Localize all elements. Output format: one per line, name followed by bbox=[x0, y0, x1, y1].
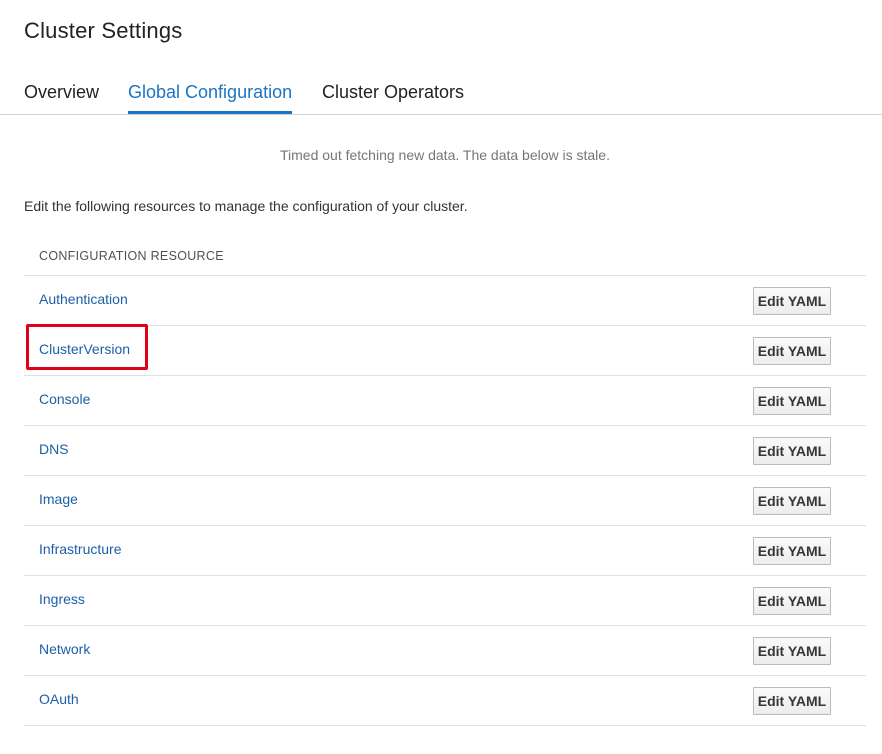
resource-link-ingress[interactable]: Ingress bbox=[39, 589, 85, 609]
table-row: ClusterVersion Edit YAML bbox=[24, 326, 866, 376]
resource-link-oauth[interactable]: OAuth bbox=[39, 689, 79, 709]
tab-global-configuration[interactable]: Global Configuration bbox=[128, 78, 293, 114]
column-header-configuration-resource: CONFIGURATION RESOURCE bbox=[24, 236, 866, 276]
edit-yaml-button[interactable]: Edit YAML bbox=[753, 637, 831, 665]
edit-yaml-button[interactable]: Edit YAML bbox=[753, 337, 831, 365]
table-row: Ingress Edit YAML bbox=[24, 576, 866, 626]
resource-link-console[interactable]: Console bbox=[39, 389, 90, 409]
table-row: Infrastructure Edit YAML bbox=[24, 526, 866, 576]
resource-link-image[interactable]: Image bbox=[39, 489, 78, 509]
table-row: Network Edit YAML bbox=[24, 626, 866, 676]
resource-link-authentication[interactable]: Authentication bbox=[39, 289, 128, 309]
table-row: Authentication Edit YAML bbox=[24, 276, 866, 326]
table-row: OAuth Edit YAML bbox=[24, 676, 866, 726]
resource-link-network[interactable]: Network bbox=[39, 639, 90, 659]
edit-yaml-button[interactable]: Edit YAML bbox=[753, 287, 831, 315]
cluster-settings-page: Cluster Settings Overview Global Configu… bbox=[0, 0, 882, 754]
tab-bar: Overview Global Configuration Cluster Op… bbox=[0, 78, 882, 115]
resource-link-clusterversion[interactable]: ClusterVersion bbox=[39, 339, 130, 359]
edit-yaml-button[interactable]: Edit YAML bbox=[753, 437, 831, 465]
tab-overview[interactable]: Overview bbox=[24, 78, 99, 112]
table-row: Console Edit YAML bbox=[24, 376, 866, 426]
edit-yaml-button[interactable]: Edit YAML bbox=[753, 387, 831, 415]
edit-yaml-button[interactable]: Edit YAML bbox=[753, 537, 831, 565]
table-row: Image Edit YAML bbox=[24, 476, 866, 526]
edit-yaml-button[interactable]: Edit YAML bbox=[753, 587, 831, 615]
edit-yaml-button[interactable]: Edit YAML bbox=[753, 487, 831, 515]
configuration-resource-table: CONFIGURATION RESOURCE Authentication Ed… bbox=[24, 236, 866, 726]
tab-cluster-operators[interactable]: Cluster Operators bbox=[322, 78, 464, 112]
resource-link-infrastructure[interactable]: Infrastructure bbox=[39, 539, 121, 559]
page-description: Edit the following resources to manage t… bbox=[24, 198, 468, 214]
resource-link-dns[interactable]: DNS bbox=[39, 439, 69, 459]
edit-yaml-button[interactable]: Edit YAML bbox=[753, 687, 831, 715]
stale-data-notice: Timed out fetching new data. The data be… bbox=[280, 147, 610, 163]
page-title: Cluster Settings bbox=[24, 18, 183, 43]
table-row: DNS Edit YAML bbox=[24, 426, 866, 476]
